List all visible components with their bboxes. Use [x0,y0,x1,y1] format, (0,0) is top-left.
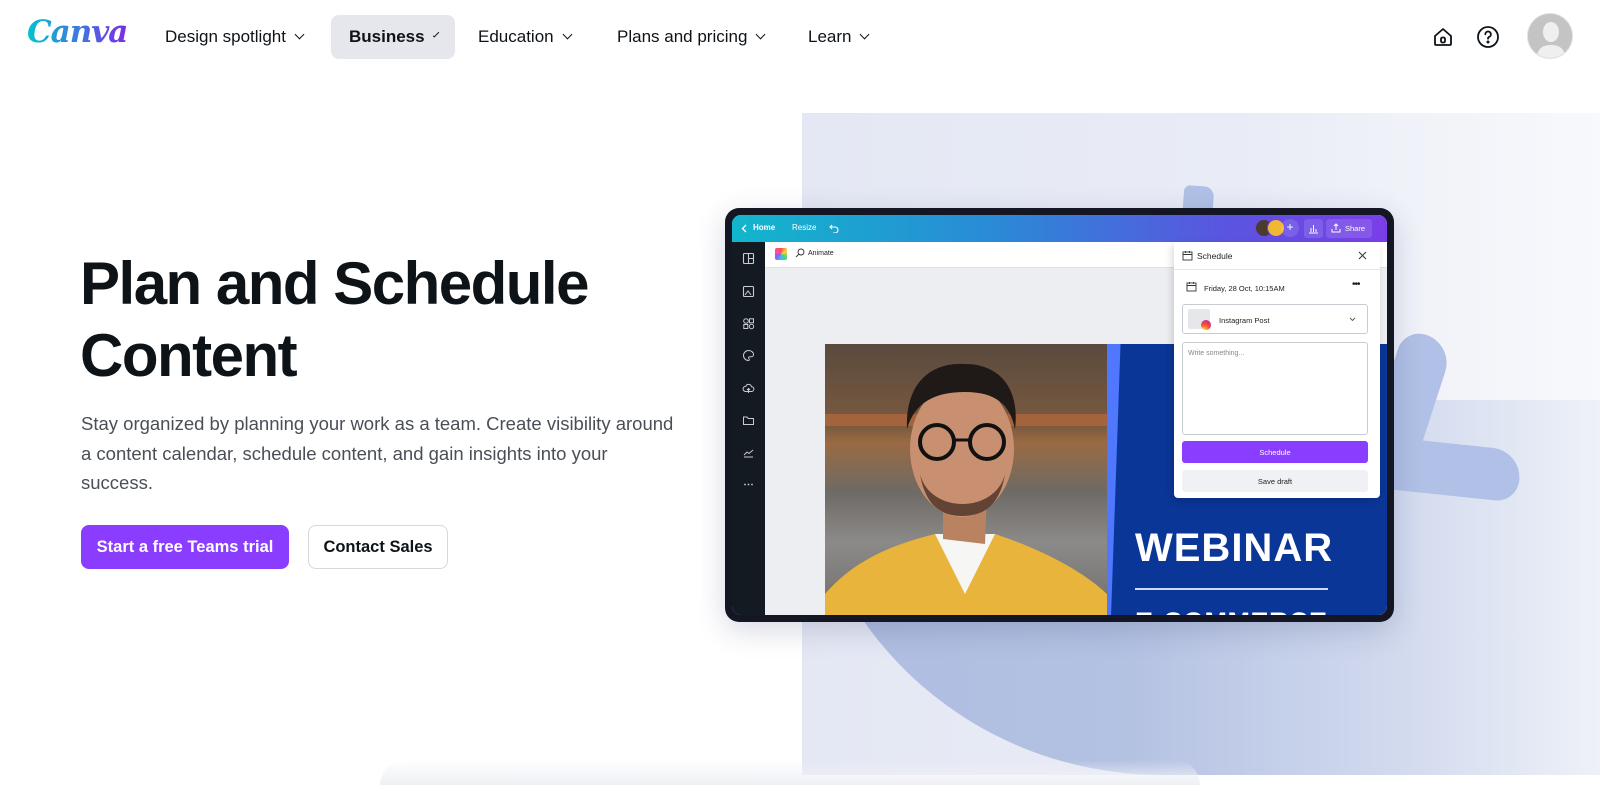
brand-palette-icon [743,349,755,362]
instagram-icon [1201,320,1211,330]
platform-select: Instagram Post [1182,304,1368,334]
bar-chart-icon [1309,225,1318,234]
uploads-icon [742,383,755,393]
chevron-down-icon [860,29,870,40]
nav-item-learn[interactable]: Learn [790,15,886,59]
page-headline: Plan and Schedule Content [80,248,700,392]
chevron-down-icon [562,29,573,40]
templates-icon [742,252,755,265]
chevron-down-icon [1349,317,1356,322]
editor-home-label: Home [753,223,776,232]
nav-item-label: Plans and pricing [617,27,748,46]
home-icon [1434,28,1452,46]
design-title: WEBINAR [1135,526,1334,570]
chevron-down-icon [294,29,305,40]
chevron-down-icon [432,31,440,38]
home-button[interactable] [1428,22,1458,52]
caption-textarea: Write something... [1182,342,1368,435]
editor-mockup-device: Home Resize + Share Animate WEBINAR Sche… [725,208,1394,622]
hero-description: Stay organized by planning your work as … [81,413,674,493]
calendar-icon [1182,251,1193,261]
animate-icon [795,248,805,258]
elements-icon [743,318,755,330]
charts-icon [743,449,754,458]
undo-icon [829,224,839,233]
mockup-schedule-button: Schedule [1182,441,1368,463]
user-avatar[interactable] [1527,13,1573,59]
nav-item-education[interactable]: Education [460,15,589,59]
top-navigation: Canva Design spotlight Business Educatio… [0,0,1600,74]
photos-icon [742,285,755,298]
color-picker-icon [775,248,787,260]
contact-sales-button[interactable]: Contact Sales [308,525,448,569]
more-options-icon: ••• [1352,279,1360,290]
headline-line-2: Content [80,322,298,389]
design-photo-person [825,344,1107,615]
calendar-icon [1186,282,1197,292]
canva-logo[interactable]: Canva [27,14,128,50]
design-subtitle: E-COMMERCE TRENDS [1135,606,1328,615]
nav-item-label: Design spotlight [165,27,286,46]
design-subtitle-line-1: E-COMMERCE [1135,607,1328,615]
schedule-date: Friday, 28 Oct, 10:15AM [1204,284,1285,293]
add-collaborator-icon: + [1281,219,1299,237]
nav-item-business[interactable]: Business [331,15,455,59]
schedule-panel-title: Schedule [1197,251,1233,261]
share-icon [1331,223,1341,233]
start-free-teams-trial-button[interactable]: Start a free Teams trial [81,525,289,569]
editor-sidebar [732,242,765,615]
share-label: Share [1345,224,1366,233]
editor-mockup-screen: Home Resize + Share Animate WEBINAR Sche… [732,215,1387,615]
headline-line-1: Plan and Schedule [80,250,589,317]
nav-item-plans-and-pricing[interactable]: Plans and pricing [599,15,782,59]
animate-label: Animate [808,250,834,257]
more-icon [744,483,753,486]
design-divider [1135,588,1328,590]
close-icon [1358,251,1367,260]
nav-item-label: Education [478,27,554,46]
help-button[interactable] [1473,22,1503,52]
nav-item-label: Learn [808,27,852,46]
share-button: Share [1326,219,1372,238]
schedule-panel-header: Schedule [1174,242,1380,270]
nav-item-label: Business [349,27,425,46]
editor-resize-label: Resize [792,223,817,232]
platform-select-value: Instagram Post [1219,316,1270,325]
person-photo-illustration [825,363,1107,615]
chevron-down-icon [755,29,766,40]
editor-top-bar: Home Resize + Share [732,215,1387,242]
bottom-shadow [380,760,1200,785]
insights-button [1304,219,1323,238]
folder-icon [743,416,754,425]
schedule-panel: Schedule Friday, 28 Oct, 10:15AM ••• Ins… [1174,242,1380,498]
mockup-save-draft-button: Save draft [1182,470,1368,492]
user-silhouette-icon [1528,14,1572,58]
help-icon [1477,26,1499,48]
chevron-left-icon [741,224,747,233]
nav-item-design-spotlight[interactable]: Design spotlight [147,15,321,59]
